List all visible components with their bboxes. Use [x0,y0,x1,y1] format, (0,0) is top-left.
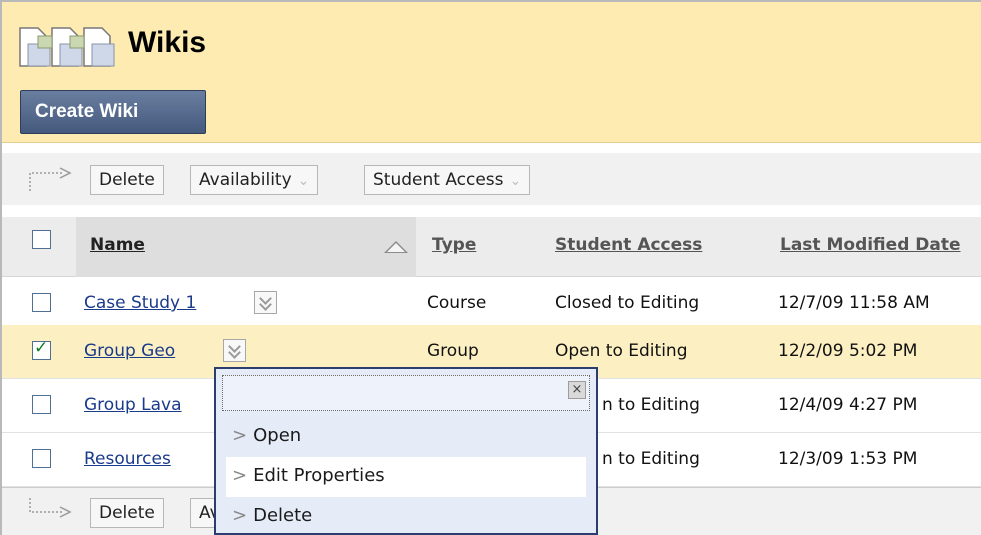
column-header-name[interactable]: Name [90,235,145,255]
chevron-right-icon: > [232,465,248,486]
column-header-last-modified[interactable]: Last Modified Date [780,235,961,255]
delete-label: Delete [99,170,155,190]
chevron-right-icon: > [232,425,248,446]
wiki-link[interactable]: Group Geo [84,341,175,361]
type-cell: Group [427,341,479,361]
table-row: Case Study 1 Course Closed to Editing 12… [2,277,981,331]
student-access-cell: n to Editing [602,395,700,415]
row-checkbox[interactable] [32,395,51,414]
student-access-label: Student Access [373,170,504,190]
delete-button[interactable]: Delete [90,165,164,195]
menu-item-delete[interactable]: > Delete [226,497,586,535]
select-arrow-icon [29,498,72,518]
create-wiki-button[interactable]: Create Wiki [20,90,206,134]
delete-label: Delete [99,503,155,523]
page-header: Wikis Create Wiki [2,2,981,143]
menu-item-label: Edit Properties [253,465,385,486]
modified-cell: 12/3/09 1:53 PM [778,449,918,469]
chevron-menu-icon[interactable] [254,291,277,314]
delete-button[interactable]: Delete [90,498,164,528]
availability-label: Availability [199,170,292,190]
menu-item-open[interactable]: > Open [226,417,586,457]
menu-item-edit-properties[interactable]: > Edit Properties [226,457,586,497]
row-checkbox[interactable] [32,338,51,360]
wiki-pages-icon [19,27,115,67]
type-cell: Course [427,293,487,313]
column-header-type[interactable]: Type [432,235,476,255]
sort-ascending-icon[interactable] [384,241,408,253]
student-access-cell: Open to Editing [555,341,688,361]
action-bar-top: Delete Availability ⌄ Student Access ⌄ [2,153,981,205]
row-checkbox[interactable] [32,293,51,312]
student-access-cell: n to Editing [602,449,700,469]
select-all-checkbox[interactable] [32,230,51,249]
menu-item-label: Delete [253,505,313,526]
availability-dropdown[interactable]: Availability ⌄ [190,165,319,195]
table-header: Name Type Student Access Last Modified D… [2,217,981,277]
wiki-link[interactable]: Case Study 1 [84,293,196,313]
column-header-student-access[interactable]: Student Access [555,235,702,255]
row-checkbox[interactable] [32,449,51,468]
chevron-menu-icon[interactable] [223,339,246,362]
context-menu-titlebar [222,375,590,411]
page-title: Wikis [128,26,207,59]
chevron-right-icon: > [232,505,248,526]
context-menu: × > Open > Edit Properties > Delete [214,367,598,535]
modified-cell: 12/2/09 5:02 PM [778,341,918,361]
wiki-link[interactable]: Group Lava [84,395,182,415]
close-icon[interactable]: × [568,381,586,399]
student-access-dropdown[interactable]: Student Access ⌄ [364,165,531,195]
wiki-link[interactable]: Resources [84,449,171,469]
menu-item-label: Open [253,425,302,446]
chevron-down-icon: ⌄ [509,173,522,189]
chevron-down-icon: ⌄ [297,173,310,189]
modified-cell: 12/7/09 11:58 AM [778,293,930,313]
modified-cell: 12/4/09 4:27 PM [778,395,918,415]
select-arrow-icon [29,167,72,191]
student-access-cell: Closed to Editing [555,293,700,313]
